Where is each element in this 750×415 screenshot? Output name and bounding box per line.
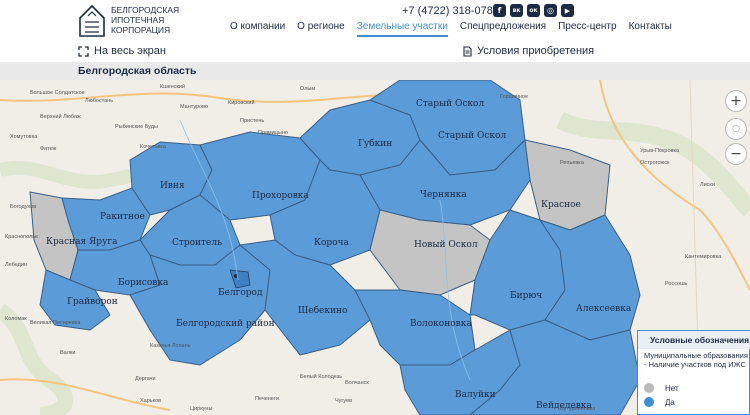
fullscreen-button[interactable]: На весь экран xyxy=(78,45,166,57)
logo-line: КОРПОРАЦИЯ xyxy=(111,25,171,35)
village-label: Кировский xyxy=(228,99,255,106)
village-label: Циркуны xyxy=(190,406,212,412)
village-label: Урыв-Покровка xyxy=(640,148,680,154)
vk-icon[interactable]: вк xyxy=(510,4,523,17)
district-label: Чернянка xyxy=(420,190,467,200)
district-label: Валуйки xyxy=(455,390,496,400)
village-label: Острогожск xyxy=(640,160,670,166)
district-label: Вейделевка xyxy=(536,401,593,411)
village-label: Печенеги xyxy=(255,396,279,402)
legend-swatch-grey xyxy=(644,383,654,393)
zoom-slider-handle[interactable]: ○ xyxy=(725,118,747,140)
village-label: Репьевка xyxy=(560,160,585,166)
logo-line: БЕЛГОРОДСКАЯ xyxy=(111,5,180,15)
logo-text: БЕЛГОРОДСКАЯ ИПОТЕЧНАЯ КОРПОРАЦИЯ xyxy=(111,5,191,35)
nav-item-contacts[interactable]: Контакты xyxy=(629,21,672,37)
youtube-icon[interactable]: ▶ xyxy=(561,4,574,17)
village-label: Краснополье xyxy=(5,234,38,240)
logo-line: ИПОТЕЧНАЯ xyxy=(111,15,165,25)
district-label: Волоконовка xyxy=(410,319,472,329)
legend-label: Нет xyxy=(665,383,679,393)
village-label: Кшенский xyxy=(160,83,185,90)
site-header: БЕЛГОРОДСКАЯ ИПОТЕЧНАЯ КОРПОРАЦИЯ +7 (47… xyxy=(0,0,750,40)
district-label: Ивня xyxy=(160,181,185,191)
village-label: Горшечное xyxy=(500,94,528,100)
village-label: Коломак xyxy=(5,316,27,322)
village-label: Кочетовка xyxy=(140,144,167,150)
village-label: Великая Писаревка xyxy=(30,320,81,326)
instagram-icon[interactable]: ◎ xyxy=(544,4,557,17)
village-label: Мантурово xyxy=(180,104,208,110)
nav-item-land-plots[interactable]: Земельные участки xyxy=(356,21,448,37)
district-label: Борисовка xyxy=(118,278,169,288)
nav-item-about-company[interactable]: О компании xyxy=(230,21,285,37)
village-label: Большое Солдатское xyxy=(30,90,85,96)
expand-icon xyxy=(78,45,89,57)
legend-swatch-blue xyxy=(644,397,654,407)
village-label: Фатеж xyxy=(40,146,57,152)
company-logo[interactable]: БЕЛГОРОДСКАЯ ИПОТЕЧНАЯ КОРПОРАЦИЯ xyxy=(78,2,188,38)
district-label: Короча xyxy=(314,238,350,248)
nav-item-about-region[interactable]: О регионе xyxy=(297,21,345,37)
legend-subtitle: Муниципальные образования - Наличие учас… xyxy=(644,351,748,369)
legend-item-no: Нет xyxy=(644,383,679,393)
village-label: Пристень xyxy=(240,118,264,124)
district-label: Белгород xyxy=(218,288,263,298)
district-label: Губкин xyxy=(358,138,392,149)
nav-item-press-center[interactable]: Пресс-центр xyxy=(558,21,616,37)
social-links: f вк ок ◎ ▶ xyxy=(493,4,574,17)
village-label: Богодухов xyxy=(10,204,36,210)
village-label: Олым xyxy=(300,86,315,92)
main-nav: О компании О регионе Земельные участки С… xyxy=(230,21,672,37)
district-label: Ракитное xyxy=(100,212,145,222)
nav-item-special-offers[interactable]: Спецпредложения xyxy=(460,21,546,37)
village-label: Любостань xyxy=(85,98,113,104)
zoom-out-button[interactable]: − xyxy=(725,143,747,165)
district-label: Прохоровка xyxy=(252,191,309,201)
village-label: Верхний Любаж xyxy=(40,113,81,120)
fullscreen-label: На весь экран xyxy=(94,45,166,57)
village-label: Прямицыно xyxy=(258,130,288,136)
facebook-icon[interactable]: f xyxy=(493,4,506,17)
district-label: Грайворон xyxy=(67,297,118,307)
village-label: Волчанск xyxy=(345,380,369,386)
village-label: Хомутовка xyxy=(10,134,38,140)
legend-label: Да xyxy=(665,397,675,407)
district-label: Старый Оскол xyxy=(416,99,484,109)
village-label: Белый Колодезь xyxy=(300,373,342,380)
region-bar: Белгородская область xyxy=(0,62,750,80)
village-label: Дергачи xyxy=(135,376,156,382)
map-legend: Условные обозначения Муниципальные образ… xyxy=(637,330,750,415)
village-label: Валки xyxy=(60,350,75,356)
legend-item-yes: Да xyxy=(644,397,675,407)
house-logo-icon xyxy=(79,4,105,37)
district-label: Строитель xyxy=(172,238,222,248)
village-label: Рыбинские Буды xyxy=(115,124,158,130)
document-icon xyxy=(463,45,472,57)
conditions-label: Условия приобретения xyxy=(477,45,595,57)
district-label: Красная Яруга xyxy=(46,237,118,247)
district-label: Бирюч xyxy=(510,291,542,301)
village-label: Чугуев xyxy=(335,398,352,404)
zoom-in-button[interactable]: + xyxy=(725,90,747,112)
village-label: Харьков xyxy=(140,398,161,404)
village-label: Казачья Лопань xyxy=(150,343,191,349)
map-toolbar: На весь экран Условия приобретения xyxy=(0,42,750,62)
district-label: Старый Оскол xyxy=(438,131,506,141)
odnoklassniki-icon[interactable]: ок xyxy=(527,4,540,17)
phone-number[interactable]: +7 (4722) 318-078 xyxy=(402,5,493,17)
village-label: Лиски xyxy=(700,182,715,188)
village-label: Россошь xyxy=(665,281,688,287)
village-label: Лебедин xyxy=(5,262,27,268)
village-label: Кантемировка xyxy=(685,254,722,260)
district-label: Алексеевка xyxy=(576,304,632,314)
district-label: Белгородский район xyxy=(176,319,275,329)
district-label: Новый Оскол xyxy=(414,240,478,250)
district-label: Красное xyxy=(541,200,581,210)
conditions-link[interactable]: Условия приобретения xyxy=(463,45,594,57)
region-title: Белгородская область xyxy=(78,65,197,77)
district-label: Шебекино xyxy=(298,305,347,316)
legend-title: Условные обозначения xyxy=(638,331,750,349)
